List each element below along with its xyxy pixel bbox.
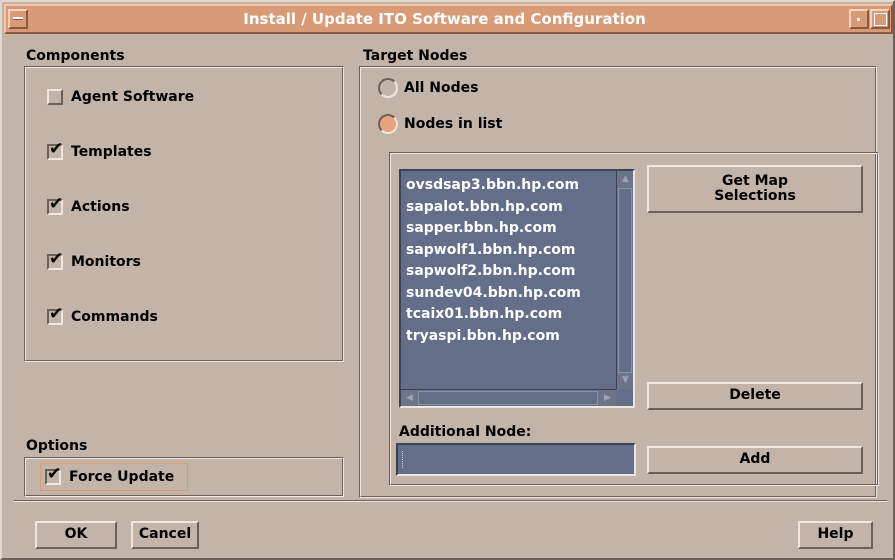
additional-node-input[interactable] — [398, 445, 634, 474]
node-list-horizontal-scrollbar[interactable]: ◀ ▶ — [401, 389, 616, 406]
title-bar[interactable]: Install / Update ITO Software and Config… — [4, 4, 893, 34]
node-list-item[interactable]: sapwolf1.bbn.hp.com — [405, 242, 611, 264]
checkbox-actions[interactable]: ✔ Actions — [47, 196, 130, 217]
window-menu-button[interactable] — [8, 9, 28, 29]
node-list-item[interactable]: tryaspi.bbn.hp.com — [405, 328, 611, 350]
additional-node-field[interactable] — [396, 443, 636, 476]
templates-checkbox[interactable]: ✔ — [47, 141, 63, 160]
help-button[interactable]: Help — [798, 521, 873, 549]
vertical-scroll-thumb[interactable] — [618, 188, 632, 373]
window-title: Install / Update ITO Software and Config… — [243, 10, 646, 28]
dialog-window: Install / Update ITO Software and Config… — [0, 0, 895, 560]
target-nodes-heading: Target Nodes — [363, 48, 468, 64]
radio-nodes-in-list[interactable]: Nodes in list — [378, 113, 502, 135]
actions-checkbox[interactable]: ✔ — [47, 196, 63, 215]
node-list-vertical-scrollbar[interactable]: ▲ ▼ — [616, 171, 633, 389]
node-list-item[interactable]: sapwolf2.bbn.hp.com — [405, 263, 611, 285]
maximize-button[interactable] — [870, 9, 890, 29]
ok-button[interactable]: OK — [35, 521, 117, 549]
all-nodes-radio[interactable] — [378, 78, 398, 98]
node-list[interactable]: ovsdsap3.bbn.hp.com sapalot.bbn.hp.com sap… — [405, 177, 611, 349]
commands-checkbox[interactable]: ✔ — [47, 306, 63, 325]
get-map-label-line2: Selections — [714, 188, 796, 204]
scroll-up-icon[interactable]: ▲ — [618, 172, 633, 187]
force-update-label: Force Update — [69, 469, 175, 485]
node-list-item[interactable]: tcaix01.bbn.hp.com — [405, 306, 611, 328]
node-list-item[interactable]: ovsdsap3.bbn.hp.com — [405, 177, 611, 199]
monitors-label: Monitors — [71, 254, 141, 270]
agent-software-label: Agent Software — [71, 89, 195, 105]
radio-all-nodes[interactable]: All Nodes — [378, 77, 479, 99]
checkbox-templates[interactable]: ✔ Templates — [47, 141, 152, 162]
footer-separator — [14, 500, 887, 502]
node-list-item[interactable]: sapalot.bbn.hp.com — [405, 199, 611, 221]
node-list-item[interactable]: sundev04.bbn.hp.com — [405, 285, 611, 307]
nodes-in-list-radio[interactable] — [378, 114, 398, 134]
checkbox-force-update[interactable]: ✔ Force Update — [40, 463, 188, 491]
node-list-item[interactable]: sapper.bbn.hp.com — [405, 220, 611, 242]
scroll-right-icon[interactable]: ▶ — [600, 391, 615, 406]
get-map-label-line1: Get Map — [722, 172, 788, 189]
all-nodes-label: All Nodes — [404, 80, 479, 96]
scroll-left-icon[interactable]: ◀ — [402, 391, 417, 406]
delete-button[interactable]: Delete — [647, 382, 863, 410]
additional-node-label: Additional Node: — [399, 424, 532, 440]
minimize-button[interactable] — [849, 9, 869, 29]
text-cursor-icon — [402, 451, 405, 468]
commands-label: Commands — [71, 309, 158, 325]
force-update-checkbox[interactable]: ✔ — [45, 466, 61, 485]
monitors-checkbox[interactable]: ✔ — [47, 251, 63, 270]
actions-label: Actions — [71, 199, 130, 215]
add-button[interactable]: Add — [647, 446, 863, 474]
agent-software-checkbox[interactable]: ✔ — [47, 89, 63, 105]
horizontal-scroll-thumb[interactable] — [418, 391, 598, 405]
scroll-down-icon[interactable]: ▼ — [618, 373, 633, 388]
templates-label: Templates — [71, 144, 152, 160]
options-heading: Options — [26, 438, 88, 454]
get-map-selections-button[interactable]: Get Map Selections — [647, 165, 863, 213]
checkbox-monitors[interactable]: ✔ Monitors — [47, 251, 141, 272]
nodes-in-list-label: Nodes in list — [404, 116, 503, 132]
node-listbox[interactable]: ovsdsap3.bbn.hp.com sapalot.bbn.hp.com sap… — [399, 169, 635, 408]
cancel-button[interactable]: Cancel — [131, 521, 199, 549]
components-heading: Components — [26, 48, 125, 64]
checkbox-agent-software[interactable]: ✔ Agent Software — [47, 87, 194, 107]
checkbox-commands[interactable]: ✔ Commands — [47, 306, 158, 327]
